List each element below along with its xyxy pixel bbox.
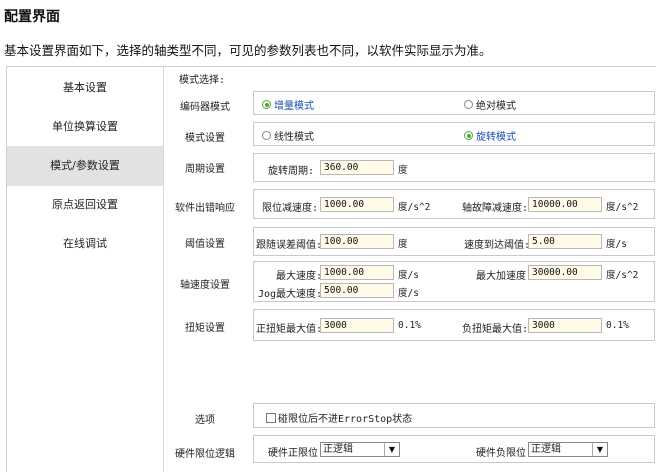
jog-speed-input[interactable]: 500.00: [320, 283, 394, 298]
max-accel-unit: 度/s^2: [606, 270, 639, 281]
axis-speed-label: 轴速度设置: [180, 280, 230, 291]
radio-incremental[interactable]: 增量模式: [262, 97, 314, 112]
hw-limit-group: 硬件正限位: 正逻辑 ▼ 硬件负限位: 正逻辑 ▼: [253, 435, 655, 463]
encoder-mode-label: 编码器模式: [180, 102, 230, 113]
fault-decel-input[interactable]: 10000.00: [528, 197, 602, 212]
mode-setting-label: 模式设置: [185, 133, 225, 144]
section-title: 模式选择:: [179, 75, 226, 86]
page-title: 配置界面: [4, 9, 60, 25]
radio-selected-icon: [262, 100, 271, 109]
max-speed-label: 最大速度:: [276, 271, 323, 282]
encoder-mode-group: 增量模式 绝对模式: [253, 91, 655, 115]
soft-error-label: 软件出错响应: [175, 203, 235, 214]
no-errorstop-label: 碰限位后不进ErrorStop状态: [278, 414, 413, 425]
hw-neg-limit-label: 硬件负限位:: [476, 448, 533, 459]
neg-torque-label: 负扭矩最大值:: [462, 324, 529, 335]
checkbox-icon: [266, 412, 276, 423]
no-errorstop-checkbox[interactable]: 碰限位后不进ErrorStop状态: [266, 410, 412, 425]
max-speed-input[interactable]: 1000.00: [320, 265, 394, 280]
config-window: 基本设置 单位换算设置 模式/参数设置 原点返回设置 在线调试 模式选择: 编码…: [6, 66, 656, 472]
sidebar-item-unit-conversion[interactable]: 单位换算设置: [7, 107, 163, 147]
sidebar-item-mode-params[interactable]: 模式/参数设置: [7, 146, 163, 186]
max-accel-label: 最大加速度:: [476, 271, 533, 282]
threshold-label: 阈值设置: [185, 239, 225, 250]
jog-speed-unit: 度/s: [398, 288, 419, 299]
radio-unselected-icon: [262, 131, 271, 140]
hw-neg-limit-select[interactable]: 正逻辑 ▼: [528, 442, 608, 457]
max-accel-input[interactable]: 30000.00: [528, 265, 602, 280]
fault-decel-unit: 度/s^2: [606, 202, 639, 213]
radio-absolute-label: 绝对模式: [476, 101, 516, 112]
neg-torque-unit: 0.1%: [606, 320, 629, 331]
hw-pos-limit-label: 硬件正限位:: [268, 448, 325, 459]
rotation-period-input[interactable]: 360.00: [320, 160, 394, 175]
pos-torque-unit: 0.1%: [398, 320, 421, 331]
chevron-down-icon: ▼: [384, 443, 399, 456]
radio-linear[interactable]: 线性模式: [262, 128, 314, 143]
rotation-period-unit: 度: [398, 165, 408, 176]
sidebar-item-online-debug[interactable]: 在线调试: [7, 224, 163, 264]
rotation-period-label: 旋转周期:: [268, 166, 315, 177]
soft-error-group: 限位减速度: 1000.00 度/s^2 轴故障减速度: 10000.00 度/…: [253, 189, 655, 219]
options-group: 碰限位后不进ErrorStop状态: [253, 403, 655, 428]
follow-error-input[interactable]: 100.00: [320, 234, 394, 249]
torque-label: 扭矩设置: [185, 323, 225, 334]
sidebar-item-homing[interactable]: 原点返回设置: [7, 185, 163, 225]
period-group: 旋转周期: 360.00 度: [253, 153, 655, 182]
max-speed-unit: 度/s: [398, 270, 419, 281]
hw-pos-limit-select[interactable]: 正逻辑 ▼: [320, 442, 400, 457]
options-label: 选项: [195, 415, 215, 426]
radio-linear-label: 线性模式: [274, 132, 314, 143]
hw-neg-limit-value: 正逻辑: [531, 444, 561, 455]
pos-torque-input[interactable]: 3000: [320, 318, 394, 333]
neg-torque-input[interactable]: 3000: [528, 318, 602, 333]
threshold-group: 跟随误差阈值: 100.00 度 速度到达阈值: 5.00 度/s: [253, 227, 655, 256]
radio-unselected-icon: [464, 100, 473, 109]
period-setting-label: 周期设置: [185, 164, 225, 175]
speed-reach-label: 速度到达阈值:: [464, 240, 531, 251]
hw-pos-limit-value: 正逻辑: [323, 444, 353, 455]
settings-panel: 模式选择: 编码器模式 增量模式 绝对模式 模式设置 线性模式 旋转模式 周期设…: [165, 67, 657, 472]
chevron-down-icon: ▼: [592, 443, 607, 456]
follow-error-unit: 度: [398, 239, 408, 250]
jog-speed-label: Jog最大速度:: [258, 289, 323, 300]
radio-rotary-label: 旋转模式: [476, 132, 516, 143]
axis-speed-group: 最大速度: 1000.00 度/s 最大加速度: 30000.00 度/s^2 …: [253, 261, 655, 302]
sidebar-item-basic-settings[interactable]: 基本设置: [7, 68, 163, 108]
limit-decel-input[interactable]: 1000.00: [320, 197, 394, 212]
hw-limit-label: 硬件限位逻辑: [175, 449, 235, 460]
speed-reach-input[interactable]: 5.00: [528, 234, 602, 249]
fault-decel-label: 轴故障减速度:: [462, 203, 529, 214]
radio-rotary[interactable]: 旋转模式: [464, 128, 516, 143]
pos-torque-label: 正扭矩最大值:: [256, 324, 323, 335]
page-description: 基本设置界面如下，选择的轴类型不同，可见的参数列表也不同，以软件实际显示为准。: [4, 43, 492, 58]
follow-error-label: 跟随误差阈值:: [256, 240, 323, 251]
radio-absolute[interactable]: 绝对模式: [464, 97, 516, 112]
speed-reach-unit: 度/s: [606, 239, 627, 250]
radio-selected-icon: [464, 131, 473, 140]
limit-decel-label: 限位减速度:: [262, 203, 319, 214]
limit-decel-unit: 度/s^2: [398, 202, 431, 213]
radio-incremental-label: 增量模式: [274, 101, 314, 112]
torque-group: 正扭矩最大值: 3000 0.1% 负扭矩最大值: 3000 0.1%: [253, 309, 655, 341]
sidebar: 基本设置 单位换算设置 模式/参数设置 原点返回设置 在线调试: [7, 67, 164, 472]
mode-setting-group: 线性模式 旋转模式: [253, 122, 655, 146]
